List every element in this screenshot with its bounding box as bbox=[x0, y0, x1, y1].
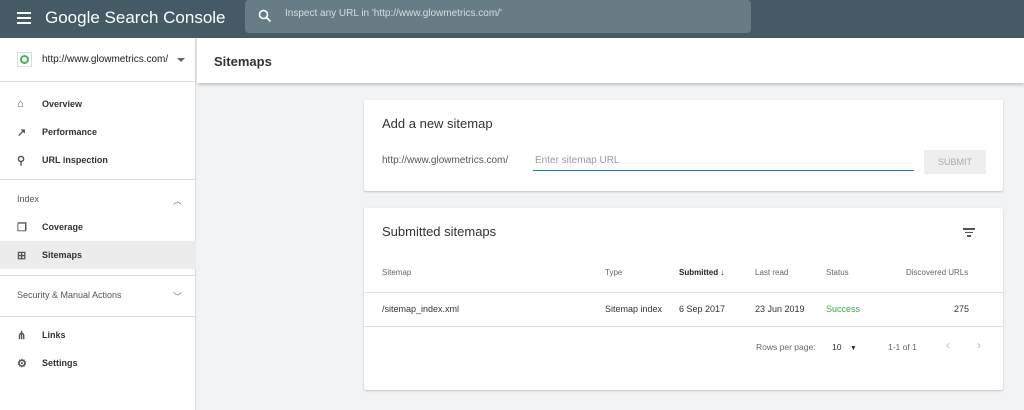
cell-discovered: 275 bbox=[954, 304, 970, 314]
sidebar-item-label: Overview bbox=[42, 99, 83, 109]
menu-icon[interactable] bbox=[17, 12, 31, 24]
dropdown-arrow-icon: ▼ bbox=[849, 345, 857, 352]
sidebar-item-label: URL inspection bbox=[42, 155, 108, 165]
sidebar-item-settings[interactable]: ⚙ Settings bbox=[0, 349, 196, 377]
divider bbox=[0, 275, 196, 276]
property-selector[interactable]: http://www.glowmetrics.com/ bbox=[0, 38, 195, 82]
sidebar-item-coverage[interactable]: ❐ Coverage bbox=[0, 213, 196, 241]
sidebar-item-sitemaps[interactable]: ⊞ Sitemaps bbox=[0, 241, 196, 269]
column-header-last-read[interactable]: Last read bbox=[755, 268, 788, 277]
sitemap-icon: ⊞ bbox=[17, 249, 27, 262]
chevron-down-icon bbox=[177, 58, 185, 62]
copy-icon: ❐ bbox=[17, 221, 27, 234]
column-header-type[interactable]: Type bbox=[605, 268, 622, 277]
status-badge: Success bbox=[826, 304, 861, 314]
search-input[interactable] bbox=[285, 8, 735, 19]
sidebar-item-label: Settings bbox=[42, 358, 78, 368]
add-sitemap-card: Add a new sitemap http://www.glowmetrics… bbox=[364, 100, 1003, 191]
divider bbox=[364, 326, 1003, 327]
links-icon: ⋔ bbox=[17, 329, 27, 342]
sidebar-item-label: Performance bbox=[42, 127, 98, 137]
card-title: Add a new sitemap bbox=[382, 116, 493, 131]
sidebar-item-overview[interactable]: ⌂ Overview bbox=[0, 90, 196, 118]
url-inspection-search[interactable] bbox=[245, 0, 751, 33]
rows-per-page-label: Rows per page: bbox=[756, 342, 816, 352]
section-label: Security & Manual Actions bbox=[17, 290, 122, 300]
filter-icon[interactable] bbox=[962, 226, 976, 239]
sitemap-url-input[interactable] bbox=[533, 151, 914, 171]
card-title: Submitted sitemaps bbox=[382, 224, 497, 239]
prev-page-icon[interactable]: ‹ bbox=[946, 338, 950, 352]
submit-button[interactable]: SUBMIT bbox=[924, 150, 986, 174]
chevron-up-icon: ︿ bbox=[172, 196, 182, 206]
rows-per-page-value: 10 bbox=[832, 342, 842, 352]
property-url: http://www.glowmetrics.com/ bbox=[42, 54, 169, 65]
top-bar: Google Search Console bbox=[0, 0, 1024, 38]
trending-up-icon: ↗ bbox=[17, 126, 27, 139]
app-logo[interactable]: Google Search Console bbox=[45, 8, 226, 28]
submitted-sitemaps-card: Submitted sitemaps Sitemap Type Submitte… bbox=[364, 208, 1003, 390]
cell-submitted: 6 Sep 2017 bbox=[679, 304, 726, 314]
rows-per-page-select[interactable]: 10 ▼ bbox=[832, 342, 857, 352]
divider bbox=[364, 292, 1003, 293]
gear-icon: ⚙ bbox=[17, 357, 27, 370]
cell-last-read: 23 Jun 2019 bbox=[755, 304, 805, 314]
next-page-icon[interactable]: › bbox=[977, 338, 981, 352]
home-icon: ⌂ bbox=[17, 98, 24, 110]
sidebar-item-label: Sitemaps bbox=[42, 250, 83, 260]
column-label: Submitted bbox=[679, 268, 719, 277]
sidebar-item-label: Coverage bbox=[42, 222, 84, 232]
pagination-range: 1-1 of 1 bbox=[888, 342, 917, 352]
sidebar: http://www.glowmetrics.com/ ⌂ Overview ↗ P… bbox=[0, 38, 196, 410]
chevron-down-icon: ﹀ bbox=[172, 292, 182, 302]
page-title: Sitemaps bbox=[214, 54, 272, 69]
sidebar-item-url-inspection[interactable]: ⚲ URL inspection bbox=[0, 146, 196, 174]
sidebar-item-links[interactable]: ⋔ Links bbox=[0, 321, 196, 349]
divider bbox=[0, 316, 196, 317]
section-index[interactable]: Index ︿ bbox=[17, 194, 182, 206]
column-header-discovered-urls[interactable]: Discovered URLs bbox=[906, 268, 968, 277]
search-icon bbox=[258, 9, 272, 23]
search-icon: ⚲ bbox=[17, 154, 26, 167]
cell-type: Sitemap index bbox=[605, 304, 663, 314]
section-label: Index bbox=[17, 194, 40, 204]
arrow-down-icon: ↓ bbox=[720, 268, 725, 277]
column-header-submitted[interactable]: Submitted ↓ bbox=[679, 268, 724, 277]
url-prefix: http://www.glowmetrics.com/ bbox=[382, 155, 509, 166]
cell-sitemap: /sitemap_index.xml bbox=[382, 304, 460, 314]
column-header-status[interactable]: Status bbox=[826, 268, 849, 277]
divider bbox=[0, 179, 196, 180]
section-security[interactable]: Security & Manual Actions ﹀ bbox=[17, 290, 182, 302]
page-header: Sitemaps bbox=[197, 38, 1024, 83]
property-favicon bbox=[17, 52, 32, 67]
sidebar-item-label: Links bbox=[42, 330, 66, 340]
sidebar-item-performance[interactable]: ↗ Performance bbox=[0, 118, 196, 146]
column-header-sitemap[interactable]: Sitemap bbox=[382, 268, 411, 277]
